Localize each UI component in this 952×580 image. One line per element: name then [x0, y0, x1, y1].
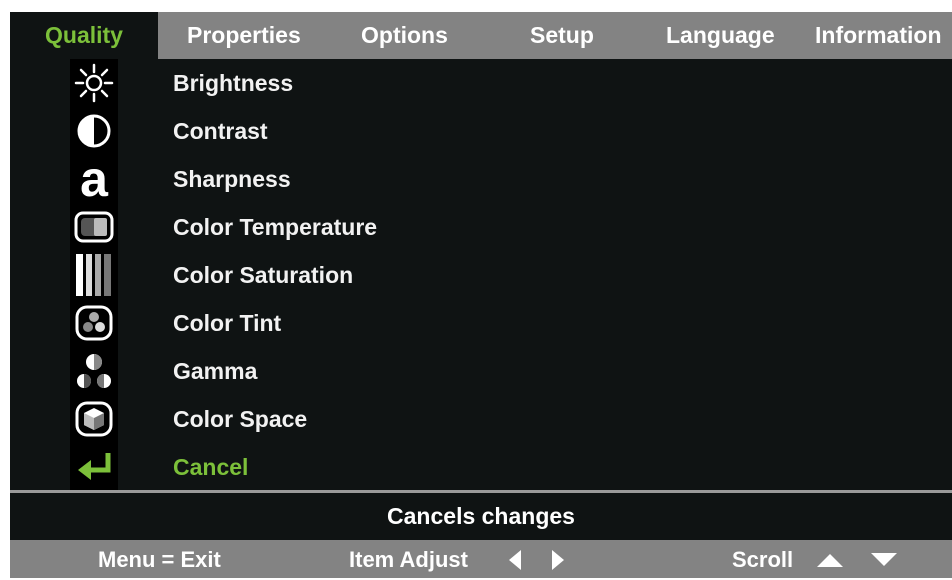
color-tint-icon — [70, 299, 118, 347]
tab-properties[interactable]: Properties — [187, 12, 301, 59]
menu-item-label: Color Space — [173, 406, 308, 432]
brightness-sun-icon — [70, 59, 118, 107]
menu-item-label: Brightness — [173, 70, 294, 96]
menu-item-color-tint[interactable]: Color Tint — [10, 299, 952, 347]
tab-setup[interactable]: Setup — [530, 12, 594, 59]
contrast-circle-icon — [70, 107, 118, 155]
menu-exit-hint: Menu = Exit — [98, 547, 221, 572]
menu-item-label: Color Saturation — [173, 262, 354, 288]
menu-item-label: Contrast — [173, 118, 268, 144]
svg-text:a: a — [80, 156, 109, 202]
menu-item-color-temperature[interactable]: Color Temperature — [10, 203, 952, 251]
item-adjust-hint: Item Adjust — [349, 547, 468, 572]
scroll-hint: Scroll — [732, 547, 794, 572]
menu-item-cancel[interactable]: Cancel — [10, 443, 952, 491]
projector-osd-menu: Quality Properties Options Setup Languag… — [10, 12, 952, 578]
help-text: Cancels changes — [10, 493, 952, 540]
arrow-left-icon — [507, 549, 523, 576]
tab-quality[interactable]: Quality — [10, 12, 158, 59]
arrow-up-icon — [816, 552, 844, 573]
menu-item-label: Color Temperature — [173, 214, 378, 240]
menu-item-label: Cancel — [173, 454, 249, 480]
arrow-down-icon — [870, 552, 898, 573]
tab-language[interactable]: Language — [666, 12, 775, 59]
tab-information[interactable]: Information — [815, 12, 942, 59]
footer-bar: Menu = Exit Item Adjust Scroll — [10, 540, 952, 578]
gamma-dots-icon — [70, 347, 118, 395]
menu-item-color-space[interactable]: Color Space — [10, 395, 952, 443]
menu-item-color-saturation[interactable]: Color Saturation — [10, 251, 952, 299]
color-temperature-screen-icon — [70, 203, 118, 251]
color-space-cube-icon — [70, 395, 118, 443]
sharpness-letter-a-icon: a — [70, 155, 118, 203]
menu-item-gamma[interactable]: Gamma — [10, 347, 952, 395]
tab-options[interactable]: Options — [361, 12, 448, 59]
color-saturation-bars-icon — [70, 251, 118, 299]
return-arrow-icon — [70, 443, 118, 491]
tab-bar: Quality Properties Options Setup Languag… — [10, 12, 952, 59]
menu-item-label: Sharpness — [173, 166, 291, 192]
menu-item-sharpness[interactable]: a Sharpness — [10, 155, 952, 203]
arrow-right-icon — [550, 549, 566, 576]
menu-item-brightness[interactable]: Brightness — [10, 59, 952, 107]
menu-item-contrast[interactable]: Contrast — [10, 107, 952, 155]
menu-item-label: Gamma — [173, 358, 258, 384]
menu-item-label: Color Tint — [173, 310, 282, 336]
